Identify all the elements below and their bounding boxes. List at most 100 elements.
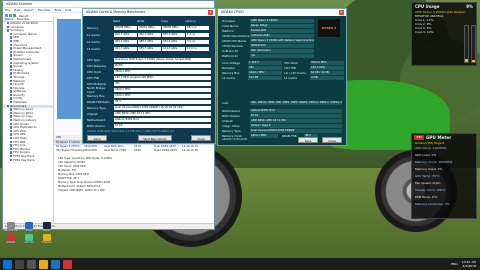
desktop-icon[interactable]: Explorer <box>40 234 54 244</box>
clock[interactable]: 10:47 AM 4/4/2018 <box>462 260 476 268</box>
table-row[interactable]: 32x Ryzen Threadripper 3500 MHz Asus Prime… <box>54 149 214 153</box>
tree-item-label: FP64 Ray-Trace <box>13 158 35 162</box>
save-button[interactable]: Save <box>87 135 107 141</box>
cpuid-field-row: CPUID CPU Name AMD Ryzen 3 2200G with Rad… <box>222 39 314 44</box>
close-button[interactable]: Close <box>191 135 211 141</box>
benchmark-info-value: 1600.1 MHz <box>114 93 211 98</box>
cpuid-field-value: 3500.0 MHz <box>310 61 344 66</box>
cpuid-field-row: Platform Socket AM4 <box>222 29 314 34</box>
benchmark-title: AIDA64 Cache & Memory Benchmark <box>83 9 215 16</box>
benchmark-row-label: L2 Cache <box>87 39 100 44</box>
close-icon[interactable]: ✕ <box>339 10 344 15</box>
benchmark-row: Memory 40998 MB/s 44061 MB/s 36985 MB/s 68.4… <box>87 25 211 30</box>
ryzen-logo: RYZEN 3 <box>318 19 340 37</box>
cpuid-field-label: CPUID Manufacturer <box>222 34 250 39</box>
cpuid-field-value: 00810F10h <box>250 44 314 49</box>
gpu-stat-line: GPU Temp: 35°C <box>415 174 440 178</box>
desktop-icon[interactable]: Chrome <box>22 234 36 244</box>
desktop-icon-image <box>7 234 15 241</box>
cpuid-field-row: Processor AMD Ryzen 3 2200G <box>222 19 314 24</box>
integr-video-value: Radeon Vega 8 <box>250 124 342 129</box>
menu-report[interactable]: Report <box>24 8 33 12</box>
close-icon[interactable]: ✕ <box>208 10 213 15</box>
tab-favorites[interactable]: Favorites <box>15 17 32 21</box>
benchmark-info-row: CPU Stepping RV-B0 <box>87 63 211 68</box>
cpuid-field-label: Code Name <box>222 24 239 29</box>
cpuid-field-value: AMD Ryzen 3 2200G <box>250 19 314 24</box>
cpuid-field-label: IA Brand ID <box>222 49 238 54</box>
benchmark-info-label: CPU Type <box>87 57 100 62</box>
menu-help[interactable]: Help <box>65 8 71 12</box>
col-cpu[interactable]: CPU <box>54 135 84 140</box>
cpuid-field-row: IA Brand ID 00h (Unknown) <box>222 49 314 54</box>
benchmark-info-value: RV-B0 <box>114 63 211 68</box>
gpu-stat-line: GPU Load: 0% <box>415 153 437 157</box>
cpuid-field-row: Core Voltage 1.363 V <box>222 61 282 66</box>
instruction-set-row: Instr. x86, x86-64, MMX, SSE, SSE2, SSE3… <box>222 101 342 106</box>
cpuid-field-value: 64 KB / 32 KB <box>310 71 344 76</box>
cpuid-field-label: Processor <box>222 19 236 24</box>
cpuid-field-label: CPU FSB <box>284 66 296 71</box>
cpuid-field-value: n/a <box>250 54 314 59</box>
cpuid-close-button[interactable]: Close <box>322 137 342 143</box>
cpuid-field-value: 35x <box>248 66 282 71</box>
tree-item[interactable]: FP64 Ray-Trace <box>3 158 53 163</box>
memory-type-row: Memory Type Dual Channel DDR4-3200 SDRAM <box>222 129 342 134</box>
tab-menu[interactable]: Menu <box>3 17 15 21</box>
cpuid-field-row: Memory Bus 1600.1 MHz <box>222 71 282 76</box>
menu-file[interactable]: File <box>5 8 10 12</box>
detail-panel: CPU Type: QuadCore AMD Ryzen 3 2200G CPU … <box>58 157 214 193</box>
desktop-icon-image <box>7 222 15 229</box>
benchmark-value: 385.5 GB/s <box>138 46 161 51</box>
language-indicator[interactable]: ENG <box>451 262 457 266</box>
benchmark-info-value: AMD B450, AMD K17.1 IMC <box>114 111 211 116</box>
cpu-usage-gadget: CPU Usage 9% AMD Ryzen 3 2200G with Rade… <box>411 2 477 66</box>
benchmark-value: 11.0 ns <box>186 46 209 51</box>
desktop-icon[interactable]: Steam <box>40 222 54 232</box>
benchmark-info-label: Memory Bus <box>87 93 105 98</box>
benchmark-value: 900.2 GB/s <box>114 39 137 44</box>
gpu-gadget-header: ATI GPU Meter <box>412 134 476 141</box>
benchmark-info-row: BIOS Version P1.60 <box>87 123 211 128</box>
cpuid-field-value: Raven Ridge <box>250 24 314 29</box>
menu-view[interactable]: View <box>14 8 21 12</box>
edge-icon[interactable] <box>51 259 60 269</box>
task-view-icon[interactable] <box>27 259 36 269</box>
memory-clock-value: 1600.1 MHz <box>250 134 278 139</box>
cpuid-field-label: Multiplier <box>222 66 236 71</box>
cpuid-field-value: 00h (Unknown) <box>250 49 314 54</box>
cpuid-field-row: L2 Cache 512 KB <box>222 76 282 81</box>
desktop-icon[interactable]: Edge <box>22 222 36 232</box>
benchmark-value: 875.6 GB/s <box>162 32 185 37</box>
header-read: Read <box>113 19 121 23</box>
file-explorer-icon[interactable] <box>39 259 48 269</box>
cpuid-field-row: CPU Clock 3500.0 MHz <box>284 61 344 66</box>
desktop-icon[interactable]: Recycle Bin <box>4 222 18 232</box>
cpuid-field-row: Code Name Raven Ridge <box>222 24 314 29</box>
table-cell: Quad DDR4-2933 <box>154 149 177 152</box>
desktop-icon[interactable]: AIDA64 <box>4 234 18 244</box>
cpu-gadget-percent: 9% <box>466 4 473 9</box>
cpuid-field-label: Core Voltage <box>222 61 240 66</box>
start-icon[interactable] <box>3 259 12 269</box>
cpuid-field-label: Platform <box>222 29 234 34</box>
cpuid-field-value: AMD Ryzen 3 2200G with Radeon Vega Graph… <box>250 39 314 44</box>
menu-favorites[interactable]: Favorites <box>38 8 51 12</box>
aida64-taskbar-icon[interactable] <box>63 259 72 269</box>
cpuid-title: AIDA64 CPUID <box>218 9 346 16</box>
cpuid-field-value: Socket AM4 <box>250 29 314 34</box>
benchmark-value: 36985 MB/s <box>162 25 185 30</box>
menu-tools[interactable]: Tools <box>54 8 61 12</box>
cpuid-field-label: Platform ID <box>222 54 238 59</box>
cpuid-field-label: L3 Cache <box>284 76 297 81</box>
motherboard-row: Motherboard ASRock B450 Pro4 <box>222 109 342 114</box>
search-icon[interactable] <box>15 259 24 269</box>
start-benchmark-button[interactable]: Start Benchmark <box>138 135 172 141</box>
cpuid-field-value: 100.0 MHz <box>310 66 344 71</box>
benchmark-info-value: 100.0 MHz (original 100 MHz) <box>114 75 211 80</box>
benchmark-value: 1.1 ns <box>186 32 209 37</box>
cpuid-field-row: L1I / L1D Cache 64 KB / 32 KB <box>284 71 344 76</box>
benchmark-info-row: CPU FSB 100.0 MHz (original 100 MHz) <box>87 75 211 80</box>
cpuid-save-button[interactable]: Save <box>298 137 318 143</box>
benchmark-info-row: DRAM:FSB Ratio 48:3 <box>87 99 211 104</box>
